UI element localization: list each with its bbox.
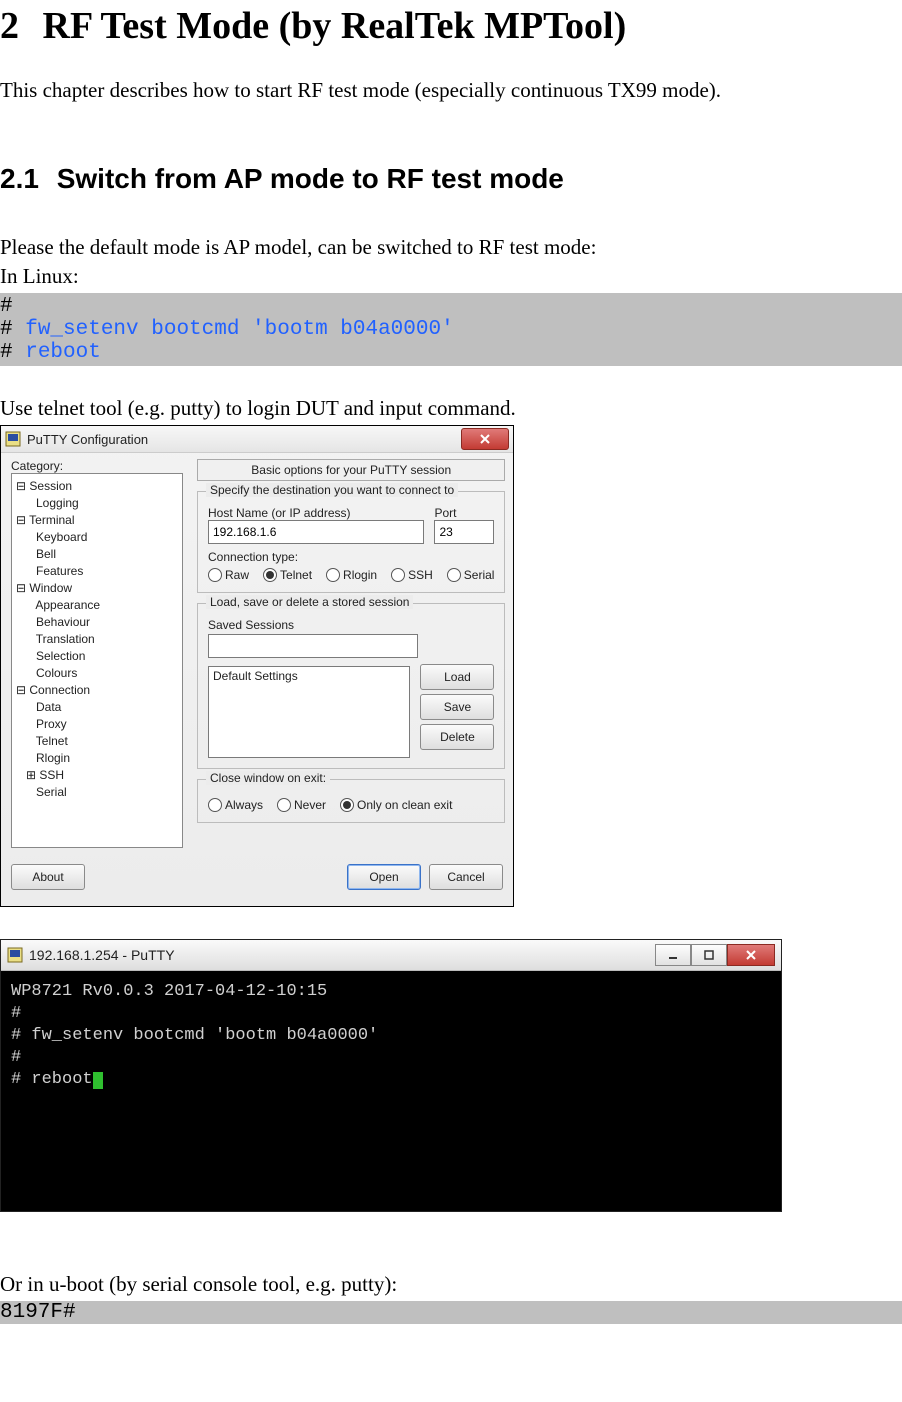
radio-rlogin[interactable]: Rlogin — [326, 568, 377, 582]
port-label: Port — [434, 506, 494, 520]
section-title: Switch from AP mode to RF test mode — [57, 163, 564, 194]
terminal-close-button[interactable] — [727, 944, 775, 966]
tree-item-ssh[interactable]: ⊞ SSH — [16, 767, 182, 784]
radio-exit-clean[interactable]: Only on clean exit — [340, 798, 452, 812]
tree-item-colours[interactable]: Colours — [16, 665, 182, 682]
load-button[interactable]: Load — [420, 664, 494, 690]
close-button[interactable] — [461, 428, 509, 450]
tree-item-window[interactable]: ⊟ Window — [16, 580, 182, 597]
paragraph-default-mode: Please the default mode is AP model, can… — [0, 235, 902, 260]
tree-item-translation[interactable]: Translation — [16, 631, 182, 648]
tree-item-appearance[interactable]: Appearance — [16, 597, 182, 614]
terminal-icon — [7, 947, 23, 963]
chapter-title: RF Test Mode (by RealTek MPTool) — [43, 5, 627, 47]
paragraph-telnet: Use telnet tool (e.g. putty) to login DU… — [0, 396, 902, 421]
radio-raw[interactable]: Raw — [208, 568, 249, 582]
tree-item-data[interactable]: Data — [16, 699, 182, 716]
terminal-line: # reboot — [11, 1069, 771, 1091]
saved-sessions-input[interactable] — [208, 634, 418, 658]
group-destination: Specify the destination you want to conn… — [197, 491, 505, 593]
radio-serial[interactable]: Serial — [447, 568, 495, 582]
maximize-icon — [704, 950, 714, 960]
section-number: 2.1 — [0, 163, 39, 194]
section-heading: 2.1 Switch from AP mode to RF test mode — [0, 163, 902, 195]
conntype-radios: Raw Telnet Rlogin SSH Serial — [208, 568, 494, 582]
panel-header: Basic options for your PuTTY session — [197, 459, 505, 481]
tree-item-serial[interactable]: Serial — [16, 784, 182, 801]
host-input[interactable] — [208, 520, 424, 544]
tree-item-keyboard[interactable]: Keyboard — [16, 529, 182, 546]
minimize-icon — [668, 950, 678, 960]
tree-item-bell[interactable]: Bell — [16, 546, 182, 563]
group-saved-sessions: Load, save or delete a stored session Sa… — [197, 603, 505, 769]
cancel-button[interactable]: Cancel — [429, 864, 503, 890]
linux-code-block: # # fw_setenv bootcmd 'bootm b04a0000' #… — [0, 293, 902, 366]
radio-exit-always[interactable]: Always — [208, 798, 263, 812]
putty-title: PuTTY Configuration — [27, 432, 461, 447]
tree-item-features[interactable]: Features — [16, 563, 182, 580]
putty-config-window: PuTTY Configuration Category: ⊟ Session … — [0, 425, 514, 907]
tree-item-telnet[interactable]: Telnet — [16, 733, 182, 750]
putty-terminal-window: 192.168.1.254 - PuTTY WP8721 Rv0.0.3 201… — [0, 939, 782, 1212]
terminal-body[interactable]: WP8721 Rv0.0.3 2017-04-12-10:15 # # fw_s… — [1, 971, 781, 1211]
conntype-label: Connection type: — [208, 550, 494, 564]
paragraph-in-linux: In Linux: — [0, 264, 902, 289]
terminal-line: WP8721 Rv0.0.3 2017-04-12-10:15 — [11, 981, 771, 1003]
list-item[interactable]: Default Settings — [213, 669, 405, 683]
prompt: # — [0, 341, 13, 364]
about-button[interactable]: About — [11, 864, 85, 890]
putty-icon — [5, 431, 21, 447]
sessions-listbox[interactable]: Default Settings — [208, 666, 410, 758]
tree-item-connection[interactable]: ⊟ Connection — [16, 682, 182, 699]
putty-titlebar[interactable]: PuTTY Configuration — [1, 426, 513, 453]
host-label: Host Name (or IP address) — [208, 506, 424, 520]
chapter-number: 2 — [0, 5, 19, 47]
terminal-title: 192.168.1.254 - PuTTY — [29, 947, 649, 963]
save-button[interactable]: Save — [420, 694, 494, 720]
port-input[interactable] — [434, 520, 494, 544]
category-tree[interactable]: ⊟ Session Logging ⊟ Terminal Keyboard Be… — [11, 473, 183, 848]
tree-item-session[interactable]: ⊟ Session — [16, 478, 182, 495]
terminal-line: # — [11, 1047, 771, 1069]
maximize-button[interactable] — [691, 944, 727, 966]
terminal-line: # — [11, 1003, 771, 1025]
paragraph-uboot: Or in u-boot (by serial console tool, e.… — [0, 1272, 902, 1297]
group-saved-legend: Load, save or delete a stored session — [206, 595, 413, 609]
group-exit-legend: Close window on exit: — [206, 771, 330, 785]
open-button[interactable]: Open — [347, 864, 421, 890]
close-icon — [745, 949, 757, 961]
group-destination-legend: Specify the destination you want to conn… — [206, 483, 458, 497]
terminal-line: # fw_setenv bootcmd 'bootm b04a0000' — [11, 1025, 771, 1047]
terminal-titlebar[interactable]: 192.168.1.254 - PuTTY — [1, 940, 781, 971]
tree-item-terminal[interactable]: ⊟ Terminal — [16, 512, 182, 529]
tree-item-rlogin[interactable]: Rlogin — [16, 750, 182, 767]
uboot-prompt: 8197F# — [0, 1301, 902, 1324]
radio-telnet[interactable]: Telnet — [263, 568, 312, 582]
command-reboot: reboot — [25, 341, 101, 364]
tree-item-behaviour[interactable]: Behaviour — [16, 614, 182, 631]
prompt: # — [0, 295, 13, 318]
command-fwsetenv: fw_setenv bootcmd 'bootm b04a0000' — [25, 318, 453, 341]
close-icon — [479, 433, 491, 445]
chapter-intro: This chapter describes how to start RF t… — [0, 78, 902, 103]
radio-exit-never[interactable]: Never — [277, 798, 326, 812]
delete-button[interactable]: Delete — [420, 724, 494, 750]
tree-item-selection[interactable]: Selection — [16, 648, 182, 665]
tree-item-logging[interactable]: Logging — [16, 495, 182, 512]
chapter-heading: 2 RF Test Mode (by RealTek MPTool) — [0, 4, 902, 48]
group-close-on-exit: Close window on exit: Always Never Only … — [197, 779, 505, 823]
prompt: # — [0, 318, 13, 341]
saved-sessions-label: Saved Sessions — [208, 618, 494, 632]
cursor-icon — [93, 1072, 103, 1089]
minimize-button[interactable] — [655, 944, 691, 966]
category-label: Category: — [11, 459, 183, 473]
tree-item-proxy[interactable]: Proxy — [16, 716, 182, 733]
radio-ssh[interactable]: SSH — [391, 568, 433, 582]
